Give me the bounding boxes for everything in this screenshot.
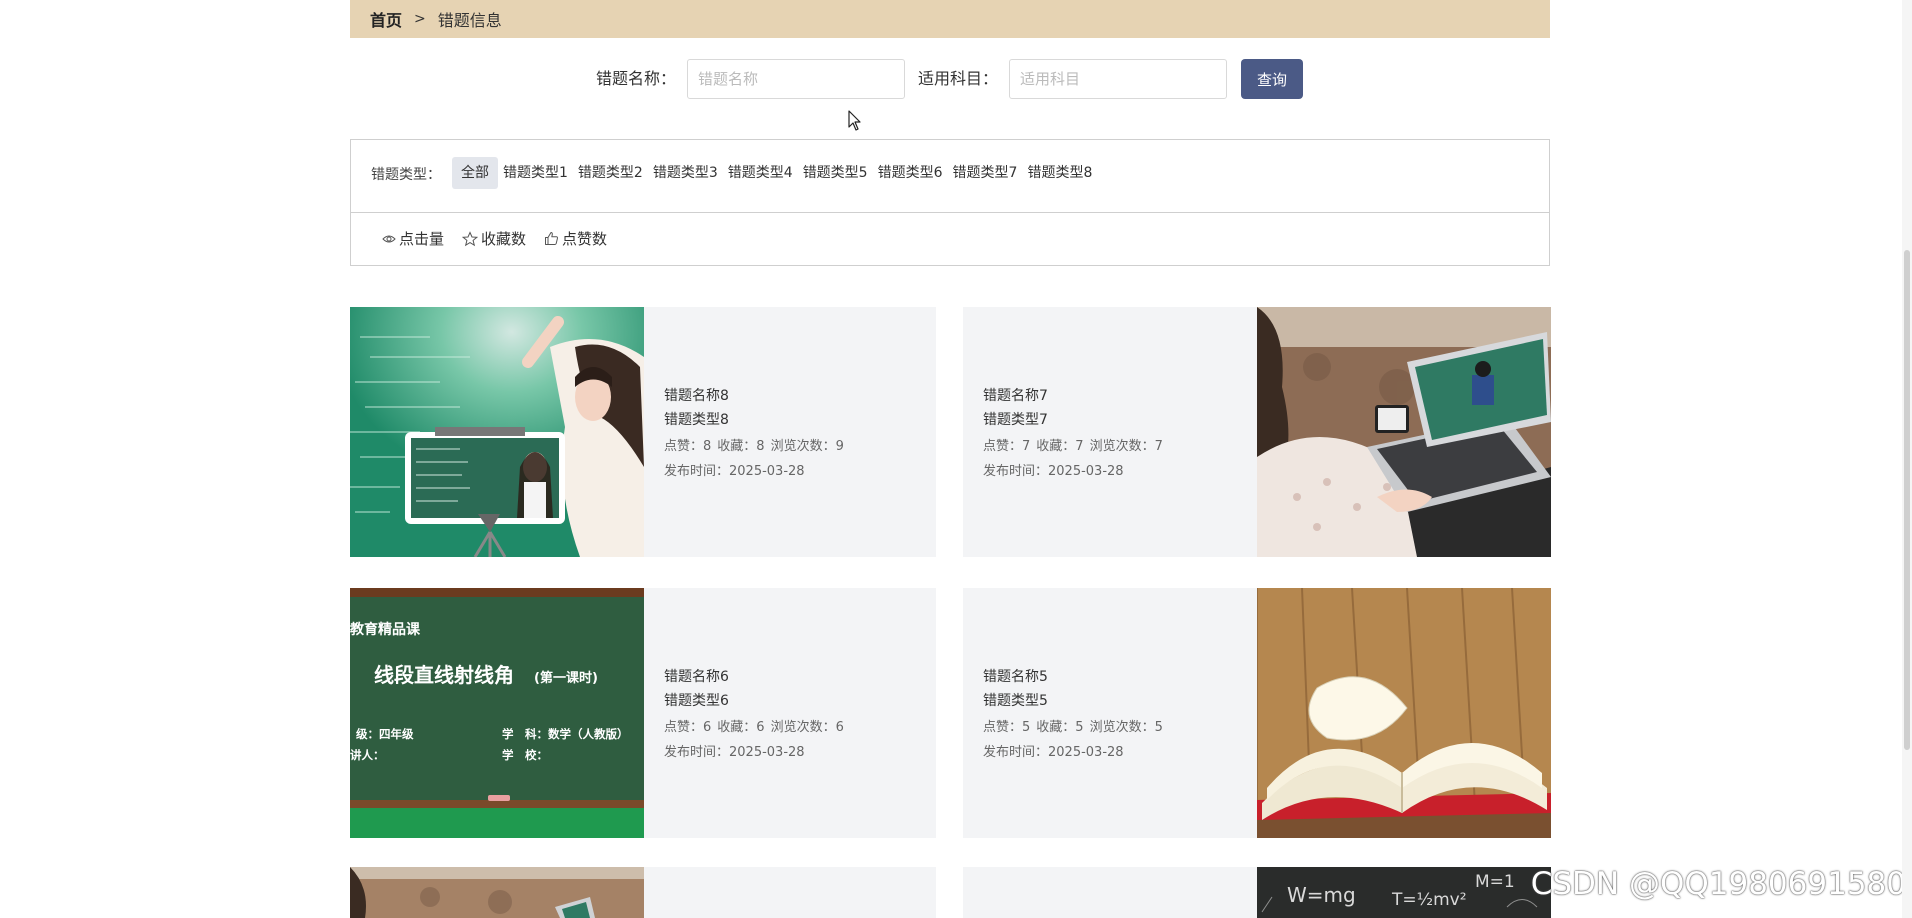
breadcrumb: 首页 > 错题信息 [350,0,1550,38]
card-views: 浏览次数：9 [770,439,844,454]
card-likes: 点赞：6 [664,720,712,735]
star-icon [462,230,479,246]
type-filter-all[interactable]: 全部 [452,157,498,189]
slide-title: 线段直线射线角 [374,663,514,687]
question-card-4[interactable] [350,867,936,918]
card-likes: 点赞：8 [664,439,712,454]
lesson-blackboard-slide: 教育精品课 线段直线射线角 (第一课时) 级：四年级 学 科：数学（人教版） 讲… [350,588,644,838]
laptop-online-class-photo [1257,307,1551,557]
slide-subject: 学 科：数学（人教版） [502,727,629,741]
card-date: 发布时间：2025-03-28 [983,745,1124,760]
subject-search-input[interactable] [1009,59,1227,99]
slide-grade: 级：四年级 [356,727,414,741]
breadcrumb-separator: > [414,11,426,27]
type-filter-5[interactable]: 错题类型5 [798,157,873,189]
card-image[interactable] [350,307,644,557]
type-filter-6[interactable]: 错题类型6 [873,157,948,189]
card-title[interactable]: 错题名称7 [983,384,1255,408]
formula-t: T=½mv² [1391,890,1467,910]
sort-by-likes-label: 点赞数 [562,230,608,248]
thumbs-up-icon [545,232,559,245]
page-scrollbar[interactable] [1902,0,1912,918]
card-favorites: 收藏：5 [1036,720,1084,735]
question-card-5[interactable]: 错题名称5 错题类型5 点赞：5 收藏：5 浏览次数：5 发布时间：2025-03-… [963,588,1551,838]
type-filter-3[interactable]: 错题类型3 [648,157,723,189]
card-stats: 点赞：5 收藏：5 浏览次数：5 [983,716,1255,740]
card-image[interactable] [1257,588,1551,838]
card-type: 错题类型5 [983,693,1048,709]
sort-by-clicks[interactable]: 点击量 [382,228,444,249]
type-filter-list: 全部 错题类型1 错题类型2 错题类型3 错题类型4 错题类型5 错题类型6 错… [452,157,1097,189]
type-filter-label: 错题类型： [371,167,441,183]
card-info: 错题名称7 错题类型7 点赞：7 收藏：7 浏览次数：7 发布时间：2025-03-… [963,307,1255,557]
card-stats: 点赞：8 收藏：8 浏览次数：9 [664,435,936,459]
card-stats: 点赞：7 收藏：7 浏览次数：7 [983,435,1255,459]
formula-w: W=mg [1287,883,1356,907]
card-title[interactable]: 错题名称8 [664,384,936,408]
formula-m: M=1 [1475,872,1515,892]
card-date: 发布时间：2025-03-28 [983,464,1124,479]
card-date: 发布时间：2025-03-28 [664,464,805,479]
slide-teacher: 讲人： [350,748,385,762]
sort-by-favorites-label: 收藏数 [481,230,527,248]
card-image[interactable] [1257,307,1551,557]
slide-header: 教育精品课 [350,621,421,638]
type-filter-2[interactable]: 错题类型2 [573,157,648,189]
card-info: 错题名称5 错题类型5 点赞：5 收藏：5 浏览次数：5 发布时间：2025-03-… [963,588,1255,838]
watermark: CSDN @QQ1980691580 [1530,866,1906,902]
question-card-7[interactable]: 错题名称7 错题类型7 点赞：7 收藏：7 浏览次数：7 发布时间：2025-03-… [963,307,1551,557]
card-type: 错题类型7 [983,412,1048,428]
teacher-chalkboard-photo [350,307,644,557]
slide-school: 学 校： [502,748,548,762]
card-type: 错题类型8 [664,412,729,428]
scrollbar-thumb[interactable] [1904,250,1910,750]
query-button[interactable]: 查询 [1241,59,1303,99]
card-type: 错题类型6 [664,693,729,709]
type-filter-row: 错题类型： 全部 错题类型1 错题类型2 错题类型3 错题类型4 错题类型5 错… [351,140,1549,213]
card-title[interactable]: 错题名称6 [664,665,936,689]
question-card-8[interactable]: 错题名称8 错题类型8 点赞：8 收藏：8 浏览次数：9 发布时间：2025-03-… [350,307,936,557]
card-views: 浏览次数：5 [1089,720,1163,735]
name-search-input[interactable] [687,59,905,99]
physics-formula-photo: W=mg T=½mv² M=1 [1257,867,1551,918]
name-search-label: 错题名称： [596,69,677,88]
type-filter-4[interactable]: 错题类型4 [723,157,798,189]
eye-icon [382,235,396,242]
breadcrumb-home-link[interactable]: 首页 [370,7,402,31]
card-favorites: 收藏：8 [717,439,765,454]
laptop-photo-partial [350,867,644,918]
type-filter-8[interactable]: 错题类型8 [1022,157,1097,189]
search-bar: 错题名称： 适用科目： 查询 [0,59,1912,99]
card-likes: 点赞：7 [983,439,1031,454]
mouse-cursor-icon [848,110,861,131]
sort-by-likes[interactable]: 点赞数 [544,228,607,249]
card-favorites: 收藏：7 [1036,439,1084,454]
slide-subtitle: (第一课时) [534,670,598,686]
sort-options: 点击量 收藏数 点赞数 [382,228,625,249]
filter-panel: 错题类型： 全部 错题类型1 错题类型2 错题类型3 错题类型4 错题类型5 错… [350,139,1550,266]
card-image[interactable]: W=mg T=½mv² M=1 [1257,867,1551,918]
card-date: 发布时间：2025-03-28 [664,745,805,760]
card-image[interactable] [350,867,644,918]
sort-by-clicks-label: 点击量 [399,230,445,248]
open-book-photo [1257,588,1551,838]
type-filter-7[interactable]: 错题类型7 [948,157,1023,189]
card-favorites: 收藏：6 [717,720,765,735]
subject-search-label: 适用科目： [918,69,999,88]
card-title[interactable]: 错题名称5 [983,665,1255,689]
sort-by-favorites[interactable]: 收藏数 [462,228,526,249]
card-image[interactable]: 教育精品课 线段直线射线角 (第一课时) 级：四年级 学 科：数学（人教版） 讲… [350,588,644,838]
type-filter-1[interactable]: 错题类型1 [498,157,573,189]
card-likes: 点赞：5 [983,720,1031,735]
card-info: 错题名称6 错题类型6 点赞：6 收藏：6 浏览次数：6 发布时间：2025-03-… [644,588,936,838]
card-info: 错题名称8 错题类型8 点赞：8 收藏：8 浏览次数：9 发布时间：2025-03-… [644,307,936,557]
breadcrumb-current: 错题信息 [437,11,502,30]
question-card-6[interactable]: 教育精品课 线段直线射线角 (第一课时) 级：四年级 学 科：数学（人教版） 讲… [350,588,936,838]
card-views: 浏览次数：6 [770,720,844,735]
question-card-3[interactable]: W=mg T=½mv² M=1 [963,867,1551,918]
card-views: 浏览次数：7 [1089,439,1163,454]
card-stats: 点赞：6 收藏：6 浏览次数：6 [664,716,936,740]
